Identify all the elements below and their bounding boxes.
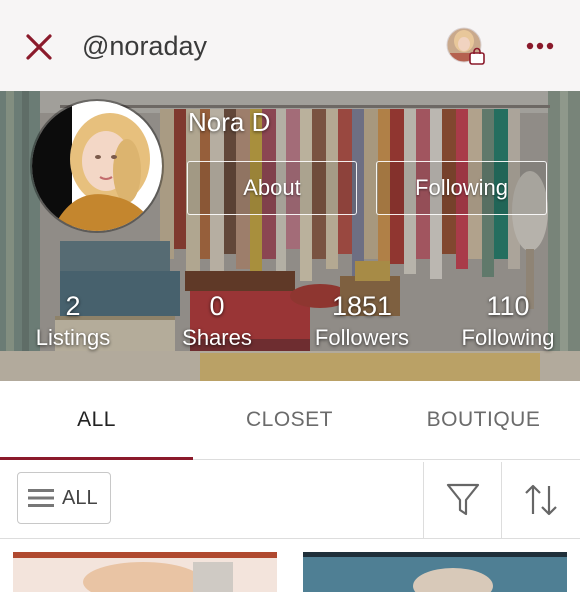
profile-handle: @noraday xyxy=(82,31,207,61)
stat-value: 0 xyxy=(209,291,225,321)
divider xyxy=(501,462,502,538)
stat-shares[interactable]: 0 Shares xyxy=(157,289,277,353)
filter-bar: ALL xyxy=(0,460,580,539)
profile-avatar xyxy=(32,101,162,231)
sort-button[interactable] xyxy=(521,480,561,520)
profile-banner: Nora D About Following 2 Listings 0 Shar… xyxy=(0,91,580,381)
stat-label: Following xyxy=(461,325,555,350)
stat-following[interactable]: 110 Following xyxy=(448,289,568,353)
profile-photo xyxy=(32,101,162,231)
stat-followers[interactable]: 1851 Followers xyxy=(302,289,422,353)
category-all-button[interactable]: ALL xyxy=(17,472,111,524)
listing-thumbnail[interactable] xyxy=(303,552,567,592)
listing-photo xyxy=(303,552,567,592)
stat-label: Followers xyxy=(314,325,410,350)
tab-label: CLOSET xyxy=(245,408,334,431)
hamburger-menu-icon xyxy=(28,489,54,507)
listing-thumbnail[interactable] xyxy=(13,552,277,592)
closet-tabs: ALL CLOSET BOUTIQUE xyxy=(0,381,580,460)
stat-value: 1851 xyxy=(331,291,393,321)
filter-funnel-icon xyxy=(446,483,480,516)
stat-value: 110 xyxy=(486,291,530,321)
stat-label: Shares xyxy=(182,325,252,350)
tab-label: ALL xyxy=(77,408,116,431)
tab-label: BOUTIQUE xyxy=(426,408,541,431)
stat-value: 2 xyxy=(65,291,81,321)
listing-grid xyxy=(0,539,580,592)
tab-boutique[interactable]: BOUTIQUE xyxy=(387,381,580,459)
stat-listings[interactable]: 2 Listings xyxy=(13,289,133,353)
stat-label: Listings xyxy=(35,325,111,350)
more-horizontal-icon xyxy=(526,42,554,50)
filter-button[interactable] xyxy=(443,480,483,520)
close-button[interactable] xyxy=(22,30,56,64)
following-button[interactable]: Following xyxy=(376,161,547,215)
close-icon xyxy=(26,34,52,60)
sort-arrows-icon xyxy=(525,484,557,516)
tab-closet[interactable]: CLOSET xyxy=(193,381,386,459)
listing-photo xyxy=(13,552,277,592)
top-bar: @noraday xyxy=(0,0,580,91)
divider xyxy=(423,462,424,538)
about-button[interactable]: About xyxy=(187,161,357,215)
tab-all[interactable]: ALL xyxy=(0,381,193,460)
profile-name: Nora D xyxy=(188,107,271,137)
shopping-bag-icon xyxy=(469,47,485,65)
my-shop-avatar-button[interactable] xyxy=(446,27,485,65)
more-options-button[interactable] xyxy=(522,32,558,60)
category-all-label: ALL xyxy=(62,486,98,509)
